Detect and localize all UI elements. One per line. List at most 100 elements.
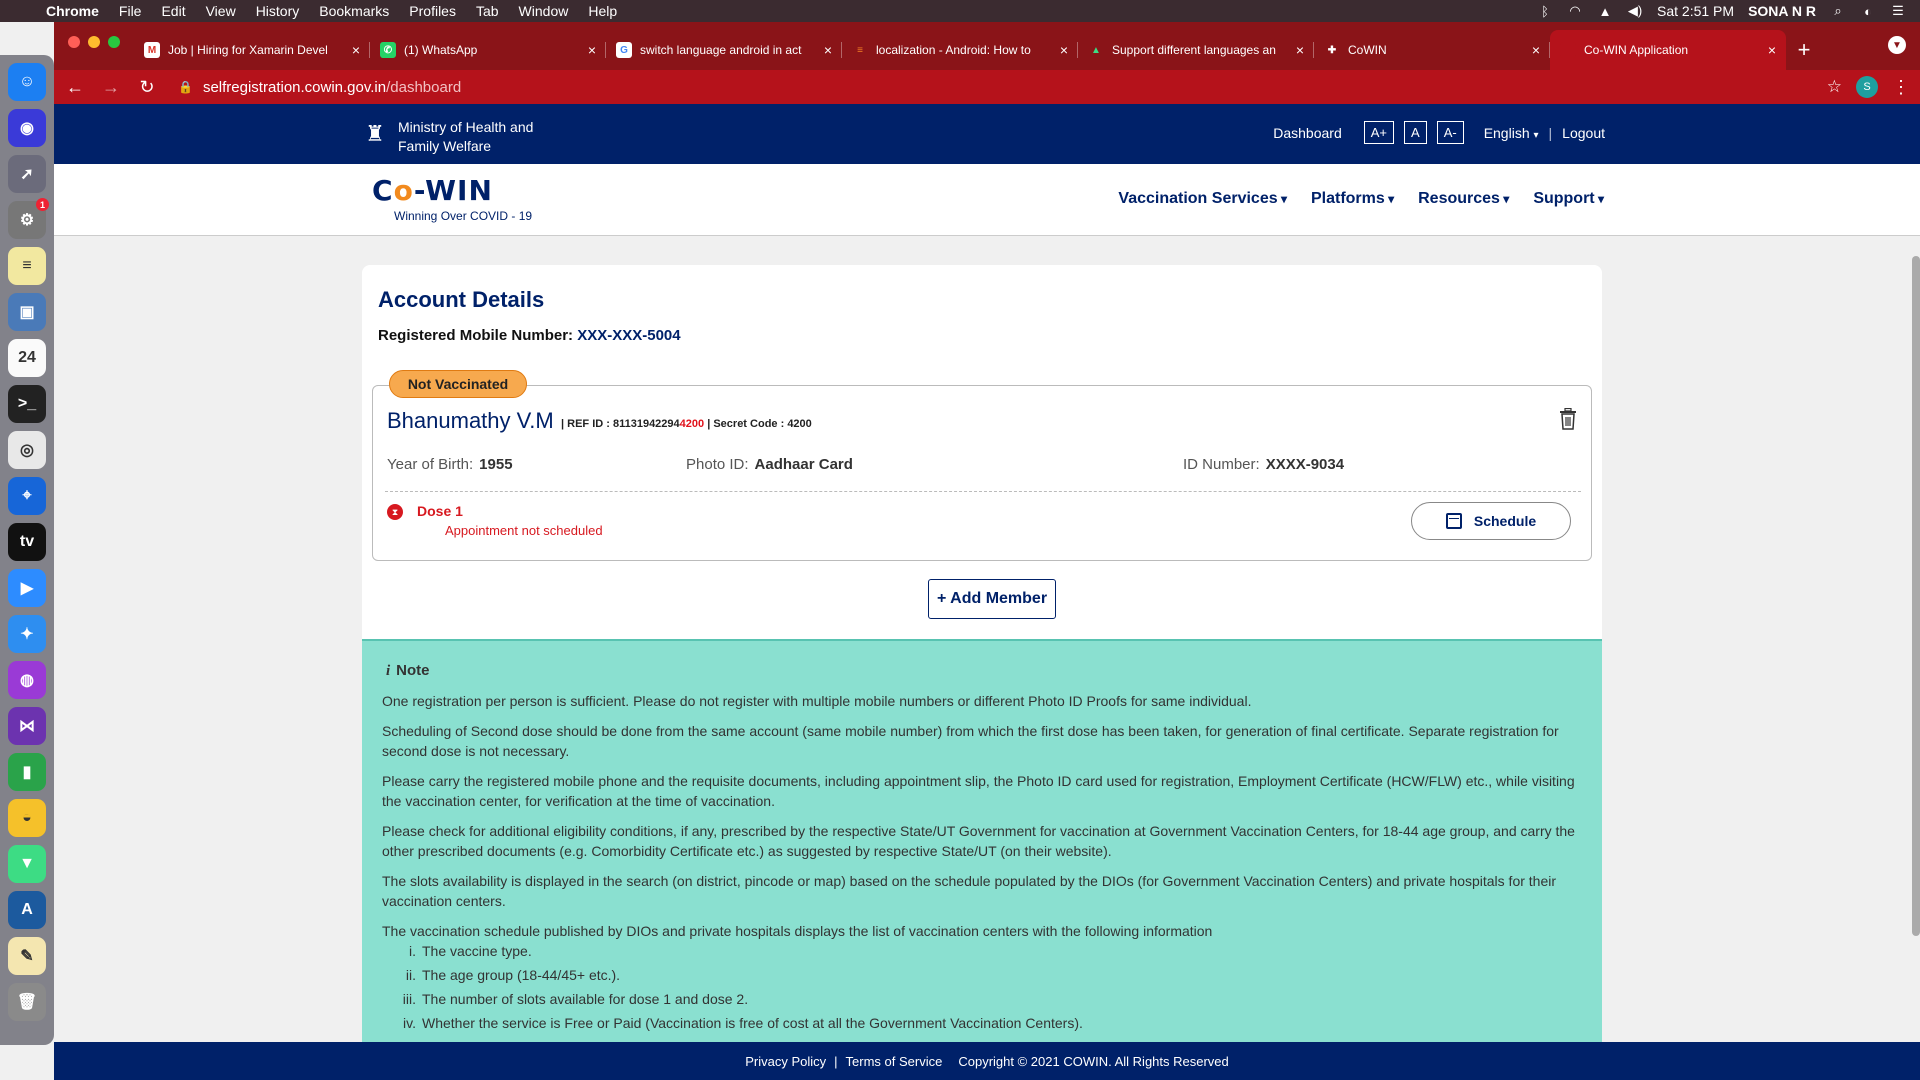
logout-link[interactable]: Logout — [1562, 125, 1605, 141]
page-scrollbar[interactable] — [1912, 256, 1920, 936]
control-center-icon[interactable]: ◐ — [1860, 3, 1876, 19]
preview-icon[interactable]: ▣ — [8, 293, 46, 331]
safari-icon[interactable]: ✦ — [8, 615, 46, 653]
note-list-intro: The vaccination schedule published by DI… — [382, 923, 1213, 939]
tab-close-icon[interactable]: × — [588, 42, 596, 58]
schedule-button[interactable]: Schedule — [1411, 502, 1571, 540]
chevron-down-icon: ▾ — [1533, 129, 1539, 141]
privacy-policy-link[interactable]: Privacy Policy — [745, 1054, 826, 1069]
notification-center-icon[interactable]: ☰ — [1890, 3, 1906, 19]
ticket-viewer-icon[interactable]: ✎ — [8, 937, 46, 975]
browser-tab[interactable]: Gswitch language android in act × — [606, 30, 842, 70]
browser-toolbar: ← → ↻ 🔒 selfregistration.cowin.gov.in/da… — [54, 70, 1920, 104]
logo-tagline: Winning Over COVID - 19 — [394, 209, 533, 223]
browser-tab[interactable]: ✚ CoWIN × — [1314, 30, 1550, 70]
font-increase-button[interactable]: A+ — [1363, 121, 1395, 144]
tab-close-icon[interactable]: × — [1768, 42, 1776, 58]
forward-icon[interactable]: → — [100, 77, 122, 98]
note-section: i Note One registration per person is suf… — [362, 639, 1602, 1080]
siri-icon[interactable]: ◉ — [8, 109, 46, 147]
terminal-icon[interactable]: >_ — [8, 385, 46, 423]
zoom-icon[interactable]: ▶ — [8, 569, 46, 607]
address-bar[interactable]: 🔒 selfregistration.cowin.gov.in/dashboar… — [172, 73, 1813, 101]
national-emblem-icon: ♜ — [365, 121, 385, 146]
cowin-logo[interactable]: Co-WIN — [372, 174, 493, 207]
calendar-icon[interactable]: 24 — [8, 339, 46, 377]
bluetooth-icon[interactable]: ᛒ — [1537, 3, 1553, 19]
terms-of-service-link[interactable]: Terms of Service — [846, 1054, 943, 1069]
spotlight-search-icon[interactable]: ⌕ — [1830, 3, 1846, 19]
browser-tab[interactable]: ✆ (1) WhatsApp × — [370, 30, 606, 70]
font-normal-button[interactable]: A — [1404, 121, 1427, 144]
menu-view[interactable]: View — [196, 3, 246, 19]
menu-bookmarks[interactable]: Bookmarks — [309, 3, 399, 19]
user-name[interactable]: SONA N R — [1748, 3, 1816, 19]
menu-profiles[interactable]: Profiles — [399, 3, 466, 19]
menu-help[interactable]: Help — [578, 3, 627, 19]
dose-title: Dose 1 — [417, 503, 463, 519]
nav-support[interactable]: Support — [1533, 190, 1604, 208]
wifi-icon[interactable]: ◠ — [1567, 3, 1583, 19]
status-badge: Not Vaccinated — [389, 370, 527, 398]
delete-member-icon[interactable] — [1559, 408, 1577, 430]
note-paragraph: The slots availability is displayed in t… — [382, 873, 1557, 909]
visual-studio-icon[interactable]: ⋈ — [8, 707, 46, 745]
apple-tv-icon[interactable]: tv — [8, 523, 46, 561]
finder-icon[interactable]: ☺ — [8, 63, 46, 101]
nav-platforms[interactable]: Platforms — [1311, 190, 1394, 208]
menu-edit[interactable]: Edit — [151, 3, 195, 19]
hourglass-icon: ⧗ — [387, 504, 403, 520]
menu-history[interactable]: History — [246, 3, 310, 19]
menu-chrome[interactable]: Chrome — [36, 3, 109, 19]
minimize-window-button[interactable] — [88, 36, 100, 48]
lock-icon[interactable]: 🔒 — [178, 80, 193, 94]
menu-window[interactable]: Window — [509, 3, 579, 19]
dashboard-link[interactable]: Dashboard — [1273, 125, 1342, 141]
menu-file[interactable]: File — [109, 3, 152, 19]
nav-resources[interactable]: Resources — [1418, 190, 1509, 208]
numbers-icon[interactable]: ▮ — [8, 753, 46, 791]
tab-close-icon[interactable]: × — [1296, 42, 1304, 58]
tab-close-icon[interactable]: × — [1060, 42, 1068, 58]
tab-search-icon[interactable]: ▼ — [1888, 36, 1906, 54]
launchpad-icon[interactable]: ➚ — [8, 155, 46, 193]
maps-pin-icon[interactable]: ⌖ — [8, 477, 46, 515]
android-studio-icon[interactable]: ▼ — [8, 845, 46, 883]
reload-icon[interactable]: ↻ — [136, 77, 158, 98]
id-number: ID Number: XXXX-9034 — [1183, 456, 1344, 473]
add-member-button[interactable]: + Add Member — [928, 579, 1056, 619]
notes-icon[interactable]: ≡ — [8, 247, 46, 285]
tab-close-icon[interactable]: × — [1532, 42, 1540, 58]
cyberduck-icon[interactable]: ◒ — [8, 799, 46, 837]
android-studio-alt-icon[interactable]: A — [8, 891, 46, 929]
profile-avatar[interactable]: S — [1856, 76, 1878, 98]
browser-tab[interactable]: ▲ Support different languages an × — [1078, 30, 1314, 70]
trash-icon[interactable]: 🗑 — [8, 983, 46, 1021]
calendar-icon — [1445, 513, 1462, 529]
language-select[interactable]: English ▾ — [1484, 125, 1539, 141]
tab-close-icon[interactable]: × — [824, 42, 832, 58]
nav-vaccination-services[interactable]: Vaccination Services — [1118, 190, 1287, 208]
tab-close-icon[interactable]: × — [352, 42, 360, 58]
font-decrease-button[interactable]: A- — [1436, 121, 1464, 144]
volume-icon[interactable]: ◀) — [1627, 3, 1643, 19]
system-preferences-icon[interactable]: ⚙ 1 — [8, 198, 49, 239]
browser-tab[interactable]: M Job | Hiring for Xamarin Devel × — [134, 30, 370, 70]
airplay-icon[interactable]: ▲ — [1597, 3, 1613, 19]
chrome-icon[interactable]: ◎ — [8, 431, 46, 469]
podcasts-icon[interactable]: ◍ — [8, 661, 46, 699]
list-text: The number of slots available for dose 1… — [422, 991, 749, 1007]
zoom-window-button[interactable] — [108, 36, 120, 48]
new-tab-button[interactable]: + — [1786, 30, 1822, 70]
menu-tab[interactable]: Tab — [466, 3, 509, 19]
id-number-value: XXXX-9034 — [1265, 456, 1345, 473]
close-window-button[interactable] — [68, 36, 80, 48]
clock[interactable]: Sat 2:51 PM — [1657, 3, 1734, 19]
registered-mobile: Registered Mobile Number: XXX-XXX-5004 — [378, 327, 681, 344]
ref-label: | REF ID : — [561, 418, 613, 430]
back-icon[interactable]: ← — [64, 77, 86, 98]
more-menu-icon[interactable]: ⋮ — [1892, 77, 1910, 98]
bookmark-star-icon[interactable]: ☆ — [1827, 77, 1842, 97]
browser-tab[interactable]: Co-WIN Application × — [1550, 30, 1786, 70]
browser-tab[interactable]: ≡ localization - Android: How to × — [842, 30, 1078, 70]
